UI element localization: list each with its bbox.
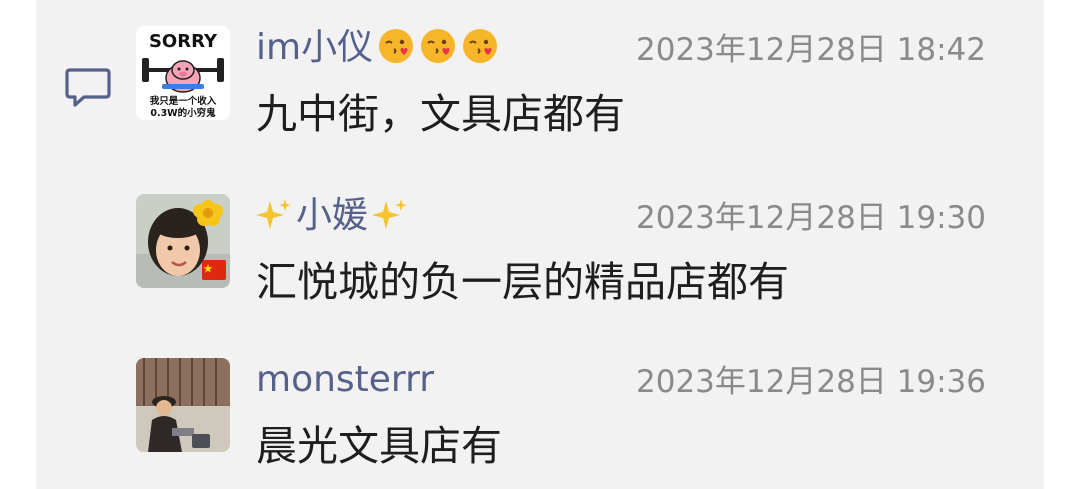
comment-text[interactable]: 汇悦城的负一层的精品店都有	[256, 254, 789, 310]
comment-text[interactable]: 晨光文具店有	[256, 418, 502, 474]
sparkles-emoji	[372, 197, 408, 244]
avatar-image	[136, 358, 230, 452]
comment-item: SORRY 我只是一个收入 0.3W的小穷鬼 im小仪 2023年12月28日 …	[136, 26, 996, 138]
sparkles-emoji	[256, 197, 292, 244]
commenter-name[interactable]: monsterrr	[256, 358, 434, 402]
comment-timestamp: 2023年12月28日 19:30	[636, 200, 986, 236]
commenter-name-text: im小仪	[256, 27, 374, 68]
commenter-name-text: 小媛	[296, 195, 369, 236]
commenter-name-text: monsterrr	[256, 359, 435, 400]
kissing-face-emoji	[461, 27, 499, 76]
avatar[interactable]	[136, 358, 230, 452]
avatar[interactable]	[136, 194, 230, 288]
comment-text[interactable]: 九中街，文具店都有	[256, 86, 625, 142]
comment-item: 小媛 2023年12月28日 19:30 汇悦城的负一层的精品店都有	[136, 194, 996, 306]
commenter-name[interactable]: im小仪	[256, 26, 499, 76]
avatar-caption-line2: 0.3W的小穷鬼	[150, 107, 216, 119]
kissing-face-emoji	[377, 27, 415, 76]
avatar-sorry-text: SORRY	[149, 31, 218, 52]
avatar[interactable]: SORRY 我只是一个收入 0.3W的小穷鬼	[136, 26, 230, 120]
chat-bubble-icon[interactable]	[64, 66, 112, 110]
comment-timestamp: 2023年12月28日 19:36	[636, 364, 986, 400]
comment-item: monsterrr 2023年12月28日 19:36 晨光文具店有	[136, 358, 996, 478]
comment-timestamp: 2023年12月28日 18:42	[636, 32, 986, 68]
avatar-image: SORRY 我只是一个收入 0.3W的小穷鬼	[136, 26, 230, 120]
avatar-image	[136, 194, 230, 288]
kissing-face-emoji	[419, 27, 457, 76]
china-flag-icon	[202, 260, 226, 280]
commenter-name[interactable]: 小媛	[256, 194, 408, 244]
avatar-caption-line1: 我只是一个收入	[150, 95, 217, 107]
